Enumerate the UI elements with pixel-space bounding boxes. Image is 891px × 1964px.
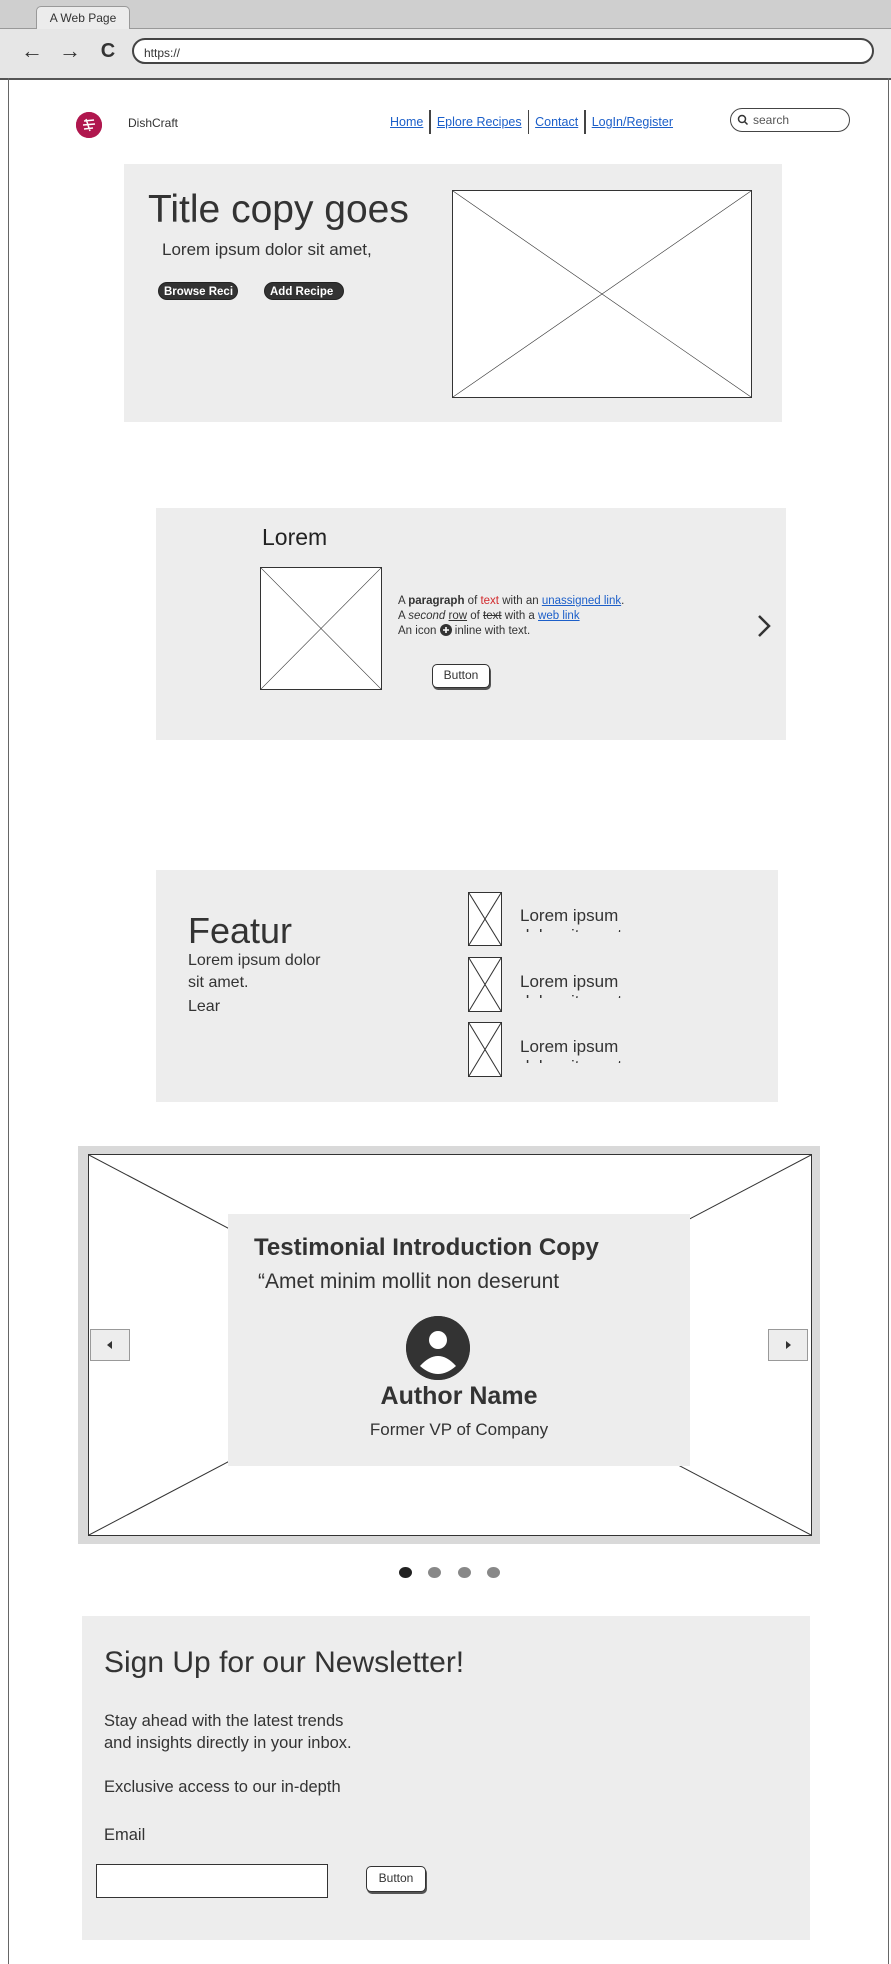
newsletter-description: Stay ahead with the latest trends and in… [104,1710,352,1754]
feature-item-text: Lorem ipsum dolor sit amet [520,972,622,998]
search-input[interactable]: search [730,108,850,132]
nav-link-explore-recipes[interactable]: Eplore Recipes [431,115,528,129]
testimonial-quote: “Amet minim mollit non deserunt [258,1270,560,1293]
add-recipe-button[interactable]: Add Recipe [264,282,344,300]
hero-title: Title copy goes [148,188,409,231]
newsletter-title: Sign Up for our Newsletter! [104,1646,465,1679]
email-label: Email [104,1826,146,1844]
hero-image-placeholder [452,190,752,398]
feature-item-text: Lorem ipsum dolor sit amet [520,906,622,932]
feature-icon-placeholder [468,957,502,1012]
hero-subtitle: Lorem ipsum dolor sit amet, [162,240,372,259]
carousel-prev-button[interactable] [90,1329,130,1361]
chevron-right-icon[interactable] [756,612,772,647]
dishcraft-logo-icon[interactable] [76,112,102,138]
author-role: Former VP of Company [369,1420,549,1439]
nav-link-home[interactable]: Home [384,115,429,129]
carousel-dot[interactable] [458,1567,471,1578]
card-button[interactable]: Button [432,664,490,688]
carousel-dot[interactable] [487,1567,500,1578]
search-icon [737,109,749,138]
rich-text-line-1: A paragraph of text with an unassigned l… [398,595,625,607]
feature-icon-placeholder [468,1022,502,1077]
card-image-placeholder [260,567,382,690]
newsletter-line: Stay ahead with the latest trends [104,1712,344,1730]
features-heading: Featur [188,910,293,951]
back-arrow-icon[interactable]: ← [20,40,44,64]
carousel-dot-active[interactable] [399,1567,412,1578]
carousel-next-button[interactable] [768,1329,808,1361]
features-text: Lorem ipsum dolor sit amet. [188,952,321,991]
feature-icon-placeholder [468,892,502,946]
feature-item-text: Lorem ipsum dolor sit amet [520,1037,622,1063]
carousel-dot[interactable] [428,1567,441,1578]
author-name: Author Name [380,1382,538,1410]
main-nav: Home Eplore Recipes Contact LogIn/Regist… [384,110,679,134]
card-title: Lorem [262,524,328,550]
brand-name: DishCraft [128,116,179,130]
avatar-icon [406,1316,470,1380]
card-rich-text: A paragraph of text with an unassigned l… [398,594,698,639]
rich-text-line-2: A second row of text with a web link [398,610,580,622]
unassigned-link[interactable]: unassigned link [542,595,621,607]
browser-tab[interactable]: A Web Page [36,6,130,29]
features-link[interactable]: Lear [188,998,220,1016]
testimonial-title: Testimonial Introduction Copy [254,1234,599,1261]
browse-recipes-button[interactable]: Browse Reci [158,282,238,300]
tab-strip [0,0,891,29]
reload-icon[interactable]: C [96,40,120,64]
forward-arrow-icon[interactable]: → [58,40,82,64]
newsletter-submit-button[interactable]: Button [366,1866,426,1892]
newsletter-extra-text: Exclusive access to our in-depth [104,1778,341,1796]
plus-circle-icon [439,624,452,636]
newsletter-line: and insights directly in your inbox. [104,1734,352,1752]
email-field[interactable] [96,1864,328,1898]
address-bar[interactable]: https:// [132,38,874,64]
web-link[interactable]: web link [538,610,580,622]
search-placeholder: search [753,113,790,127]
nav-link-login-register[interactable]: LogIn/Register [586,115,679,129]
rich-text-line-3: An icon inline with text. [398,624,531,637]
nav-link-contact[interactable]: Contact [529,115,584,129]
